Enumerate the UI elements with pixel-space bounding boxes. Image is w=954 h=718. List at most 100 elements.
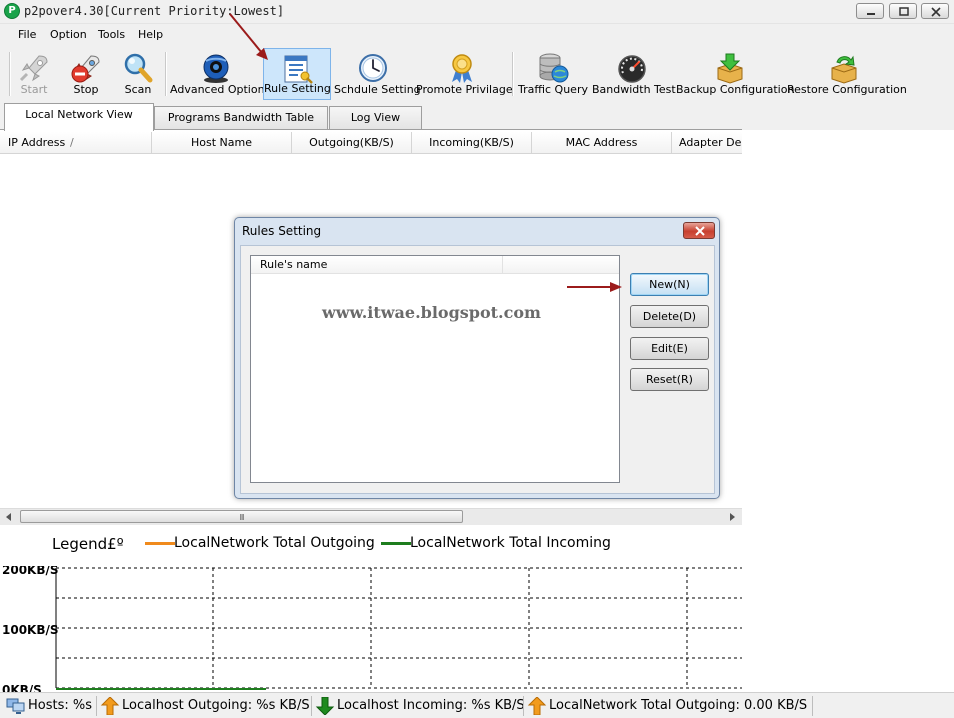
rules-list[interactable]: Rule's name www.itwae.blogspot.com	[250, 255, 620, 483]
close-window-button[interactable]	[921, 3, 949, 19]
delete-rule-button[interactable]: Delete(D)	[630, 305, 709, 328]
column-ip-address[interactable]: IP Address /	[0, 132, 152, 154]
advanced-option-button[interactable]: Advanced Option	[170, 48, 265, 100]
status-localhost-incoming: Localhost Incoming: %s KB/S	[315, 695, 525, 717]
watermark-text: www.itwae.blogspot.com	[322, 303, 541, 322]
chart-y-tick-label: 200KB/S	[2, 566, 59, 577]
restore-configuration-button[interactable]: Restore Configuration	[787, 48, 907, 100]
legend-label-incoming: LocalNetwork Total Incoming	[410, 535, 611, 551]
host-list-header: IP Address / Host Name Outgoing(KB/S) In…	[0, 132, 742, 154]
promote-privilage-button[interactable]: Promote Privilage	[416, 48, 513, 100]
menu-help[interactable]: Help	[138, 28, 163, 41]
dialog-title: Rules Setting	[242, 224, 322, 238]
traffic-query-button[interactable]: Traffic Query	[517, 48, 589, 100]
chart-y-tick-label: 0KB/S	[2, 683, 42, 692]
status-network-outgoing: LocalNetwork Total Outgoing: 0.00 KB/S	[527, 695, 817, 717]
up-arrow-icon	[100, 697, 120, 715]
new-rule-button[interactable]: New(N)	[630, 273, 709, 296]
rule-setting-label: Rule Setting	[264, 82, 331, 95]
column-outgoing[interactable]: Outgoing(KB/S)	[292, 132, 412, 154]
scroll-right-arrow[interactable]	[730, 513, 735, 521]
tab-local-network-view[interactable]: Local Network View	[4, 103, 154, 131]
column-host-name[interactable]: Host Name	[152, 132, 292, 154]
menu-option[interactable]: Option	[50, 28, 87, 41]
scroll-grip: III	[239, 513, 244, 522]
stop-label: Stop	[73, 83, 99, 96]
status-divider	[523, 696, 524, 716]
schedule-setting-label: Schdule Setting	[334, 83, 421, 96]
chart-y-tick-label: 100KB/S	[2, 623, 59, 637]
bandwidth-test-button[interactable]: Bandwidth Test	[592, 48, 676, 100]
status-bar: Hosts: %s Localhost Outgoing: %s KB/S Lo…	[0, 692, 954, 718]
reset-rules-button[interactable]: Reset(R)	[630, 368, 709, 391]
status-divider	[311, 696, 312, 716]
backup-configuration-label: Backup Configuration	[676, 83, 795, 96]
rule-sheet-icon	[284, 55, 313, 84]
down-arrow-icon	[315, 697, 335, 715]
hosts-icon	[6, 698, 25, 714]
database-globe-icon	[539, 53, 569, 83]
status-localhost-incoming-text: Localhost Incoming: %s KB/S	[337, 698, 525, 713]
dialog-close-button[interactable]	[683, 222, 715, 239]
maximize-icon	[899, 7, 909, 16]
title-bar: P p2pover4.30[Current Priority:Lowest]	[0, 0, 954, 24]
rules-setting-dialog: Rules Setting Rule's name www.itwae.blog…	[234, 217, 720, 499]
column-incoming[interactable]: Incoming(KB/S)	[412, 132, 532, 154]
legend-swatch-outgoing	[145, 542, 175, 545]
status-hosts: Hosts: %s	[6, 695, 98, 717]
tab-programs-bandwidth-table[interactable]: Programs Bandwidth Table	[154, 106, 328, 130]
magnifier-icon	[124, 53, 153, 83]
column-blank[interactable]	[503, 256, 619, 274]
close-icon	[931, 7, 941, 17]
start-label: Start	[20, 83, 48, 96]
tab-strip: Local Network View Programs Bandwidth Ta…	[0, 102, 954, 131]
restore-configuration-label: Restore Configuration	[787, 83, 907, 96]
rules-list-header: Rule's name	[251, 256, 619, 274]
column-mac-address[interactable]: MAC Address	[532, 132, 672, 154]
sort-indicator: /	[70, 136, 74, 149]
scroll-left-arrow[interactable]	[6, 513, 11, 521]
bandwidth-test-label: Bandwidth Test	[592, 83, 676, 96]
tab-log-view[interactable]: Log View	[329, 106, 422, 130]
start-button[interactable]: Start	[12, 48, 56, 100]
minimize-icon	[867, 13, 875, 15]
rule-setting-button[interactable]: Rule Setting	[263, 48, 331, 100]
schedule-setting-button[interactable]: Schdule Setting	[334, 48, 421, 100]
menu-bar: File Option Tools Help	[0, 24, 954, 46]
column-rule-name[interactable]: Rule's name	[251, 256, 503, 274]
menu-file[interactable]: File	[18, 28, 36, 41]
status-localhost-outgoing-text: Localhost Outgoing: %s KB/S	[122, 698, 310, 713]
toolbar-separator	[9, 52, 11, 96]
legend-swatch-incoming	[381, 542, 411, 545]
promote-privilage-label: Promote Privilage	[416, 83, 513, 96]
toolbar-separator	[165, 52, 167, 96]
speedometer-icon	[618, 55, 646, 83]
column-adapter-desc[interactable]: Adapter Desc	[672, 132, 742, 154]
clock-icon	[359, 54, 387, 82]
stop-button[interactable]: Stop	[62, 48, 110, 100]
advanced-option-label: Advanced Option	[170, 83, 265, 96]
app-logo-icon: P	[4, 3, 20, 19]
edit-rule-button[interactable]: Edit(E)	[630, 337, 709, 360]
traffic-chart-svg: 200KB/S 100KB/S 0KB/S	[2, 566, 742, 692]
scan-button[interactable]: Scan	[116, 48, 160, 100]
award-ribbon-icon	[452, 54, 472, 83]
horizontal-scrollbar[interactable]: III	[0, 508, 742, 525]
toolbar-separator	[512, 52, 514, 96]
dialog-body: Rule's name www.itwae.blogspot.com New(N…	[240, 245, 715, 494]
empty-region	[742, 130, 954, 692]
toolbar: Start Stop Scan Advanced Option Rule Set…	[0, 46, 954, 102]
traffic-query-label: Traffic Query	[518, 83, 588, 96]
minimize-button[interactable]	[856, 3, 884, 19]
menu-tools[interactable]: Tools	[98, 28, 125, 41]
chart-legend: Legend£º LocalNetwork Total Outgoing Loc…	[0, 526, 742, 566]
status-divider	[812, 696, 813, 716]
box-recycle-icon	[831, 55, 857, 84]
backup-configuration-button[interactable]: Backup Configuration	[676, 48, 795, 100]
scroll-thumb[interactable]: III	[20, 510, 463, 523]
column-ip-address-label: IP Address	[8, 136, 66, 149]
up-arrow-icon	[527, 697, 547, 715]
box-down-arrow-icon	[717, 53, 743, 84]
maximize-button[interactable]	[889, 3, 917, 19]
traffic-chart: 200KB/S 100KB/S 0KB/S	[0, 566, 742, 692]
